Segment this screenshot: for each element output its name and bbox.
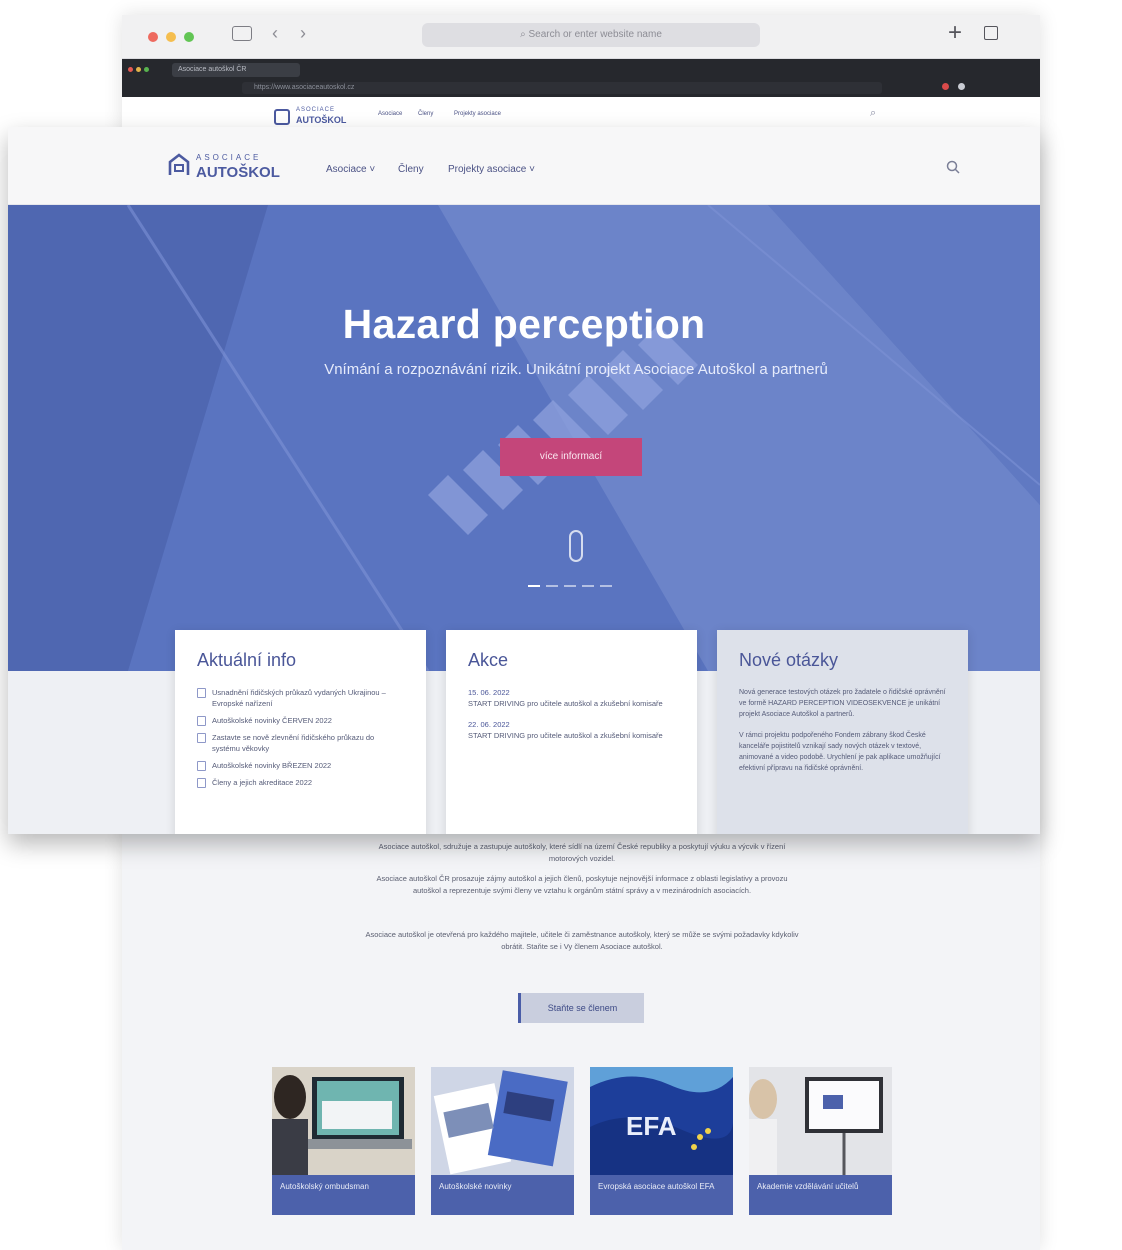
hero-slider: Hazard perception Vnímání a rozpoznávání… — [8, 205, 1040, 671]
search-icon[interactable]: ⌕ — [870, 107, 876, 120]
extension-icon[interactable] — [942, 83, 949, 90]
document-icon — [197, 733, 206, 743]
new-tab-icon[interactable]: + — [948, 19, 962, 47]
chevron-down-icon: ˅ — [366, 164, 376, 175]
logo-text-bottom: AUTOŠKOL — [196, 164, 280, 181]
dark-address-bar[interactable]: https://www.asociaceautoskol.cz — [242, 82, 882, 94]
about-paragraph-2: Asociace autoškol ČR prosazuje zájmy aut… — [376, 874, 788, 895]
slide-dot-5[interactable] — [600, 585, 612, 587]
card-title-otazky: Nové otázky — [739, 650, 839, 670]
site-header: ASOCIACE AUTOŠKOL Asociace ˅ Členy Proje… — [8, 127, 1040, 205]
info-item[interactable]: Členy a jejich akreditace 2022 — [197, 777, 404, 788]
logo-mark-icon — [274, 109, 290, 125]
zoom-dot-icon[interactable] — [144, 67, 149, 72]
tile-ombudsman[interactable]: Autoškolský ombudsman — [272, 1067, 415, 1215]
foreground-browser-window: ASOCIACE AUTOŠKOL Asociace ˅ Členy Proje… — [8, 127, 1040, 834]
document-icon — [197, 761, 206, 771]
about-section: Asociace autoškol, sdružuje a zastupuje … — [122, 833, 1040, 1250]
nav-item-asociace[interactable]: Asociace ˅ — [326, 164, 375, 175]
become-member-button[interactable]: Staňte se členem — [518, 993, 644, 1023]
card-title-info: Aktuální info — [197, 650, 297, 670]
logo-text-bottom: AUTOŠKOL — [296, 115, 347, 125]
slide-dot-3[interactable] — [564, 585, 576, 587]
hero-subtitle: Vnímání a rozpoznávání rizik. Unikátní p… — [324, 361, 828, 378]
search-icon[interactable] — [946, 160, 960, 174]
safari-toolbar: ‹ › ⌕ Search or enter website name + — [122, 15, 1040, 59]
tab-overview-icon[interactable] — [984, 26, 998, 40]
card-aktualni-info: Aktuální info Usnadnění řidičských průka… — [175, 630, 426, 834]
scroll-down-icon[interactable] — [569, 530, 583, 562]
event-date: 22. 06. 2022 — [468, 720, 510, 729]
card-title-akce: Akce — [468, 650, 509, 670]
dark-browser-chrome: Asociace autoškol ČR https://www.asociac… — [122, 59, 1040, 97]
presentation-photo — [749, 1067, 892, 1175]
laptop-photo — [272, 1067, 415, 1175]
event-link[interactable]: START DRIVING pro učitele autoškol a zku… — [468, 698, 675, 709]
hero-title: Hazard perception — [342, 301, 706, 347]
document-icon — [197, 716, 206, 726]
event-link[interactable]: START DRIVING pro učitele autoškol a zku… — [468, 730, 675, 741]
nav-item-asociace[interactable]: Asociace — [378, 111, 402, 117]
slide-dot-1[interactable] — [528, 585, 540, 587]
nav-item-projekty[interactable]: Projekty asociace ˅ — [448, 164, 535, 175]
back-arrow-icon[interactable]: ‹ — [272, 23, 278, 44]
address-bar-placeholder: Search or enter website name — [528, 29, 662, 40]
tile-caption-efa: Evropská asociace autoškol EFA — [590, 1175, 733, 1215]
logo-mark-icon — [168, 153, 190, 175]
nav-item-projekty[interactable]: Projekty asociace — [454, 111, 501, 117]
minimize-window-icon[interactable] — [166, 32, 176, 42]
tile-novinky[interactable]: Autoškolské novinky — [431, 1067, 574, 1215]
tile-caption-ombudsman: Autoškolský ombudsman — [272, 1175, 415, 1215]
nav-item-cleny[interactable]: Členy — [418, 111, 433, 117]
info-item[interactable]: Autoškolské novinky BŘEZEN 2022 — [197, 760, 404, 771]
card-akce: Akce 15. 06. 2022 START DRIVING pro učit… — [446, 630, 697, 834]
zoom-window-icon[interactable] — [184, 32, 194, 42]
tile-efa[interactable]: EFA Evropská asociace autoškol EFA — [590, 1067, 733, 1215]
logo-text-top: ASOCIACE — [196, 153, 262, 162]
forward-arrow-icon[interactable]: › — [300, 23, 306, 44]
tile-caption-novinky: Autoškolské novinky — [431, 1175, 574, 1215]
logo-text-top: ASOCIACE — [296, 107, 336, 113]
minimize-dot-icon[interactable] — [136, 67, 141, 72]
address-bar[interactable]: ⌕ Search or enter website name — [422, 23, 760, 47]
efa-flag-label: EFA — [626, 1111, 677, 1141]
info-item[interactable]: Autoškolské novinky ČERVEN 2022 — [197, 715, 404, 726]
document-icon — [197, 688, 206, 698]
profile-icon[interactable] — [958, 83, 965, 90]
about-paragraph-1: Asociace autoškol, sdružuje a zastupuje … — [378, 842, 786, 863]
otazky-paragraph-1: Nová generace testových otázek pro žadat… — [739, 689, 946, 718]
about-paragraph-3: Asociace autoškol je otevřená pro každéh… — [365, 930, 799, 951]
browser-tab[interactable]: Asociace autoškol ČR — [172, 63, 300, 77]
more-info-button[interactable]: více informací — [500, 438, 642, 476]
otazky-paragraph-2: V rámci projektu podpořeného Fondem zábr… — [739, 732, 941, 772]
efa-flag-photo: EFA — [590, 1067, 733, 1175]
slide-dot-2[interactable] — [546, 585, 558, 587]
brochure-photo — [431, 1067, 574, 1175]
tile-akademie[interactable]: Akademie vzdělávání učitelů — [749, 1067, 892, 1215]
close-dot-icon[interactable] — [128, 67, 133, 72]
nav-item-cleny[interactable]: Členy — [398, 164, 424, 175]
screenshot-stage: ‹ › ⌕ Search or enter website name + Aso… — [0, 0, 1122, 1250]
card-nove-otazky: Nové otázky Nová generace testových otáz… — [717, 630, 968, 834]
info-item[interactable]: Zastavte se nově zlevnění řidičského prů… — [197, 732, 404, 754]
tile-caption-akademie: Akademie vzdělávání učitelů — [749, 1175, 892, 1215]
slide-dot-4[interactable] — [582, 585, 594, 587]
sidebar-toggle-icon[interactable] — [232, 26, 252, 41]
document-icon — [197, 778, 206, 788]
info-item[interactable]: Usnadnění řidičských průkazů vydaných Uk… — [197, 687, 404, 709]
event-date: 15. 06. 2022 — [468, 688, 510, 697]
close-window-icon[interactable] — [148, 32, 158, 42]
chevron-down-icon: ˅ — [526, 164, 535, 175]
